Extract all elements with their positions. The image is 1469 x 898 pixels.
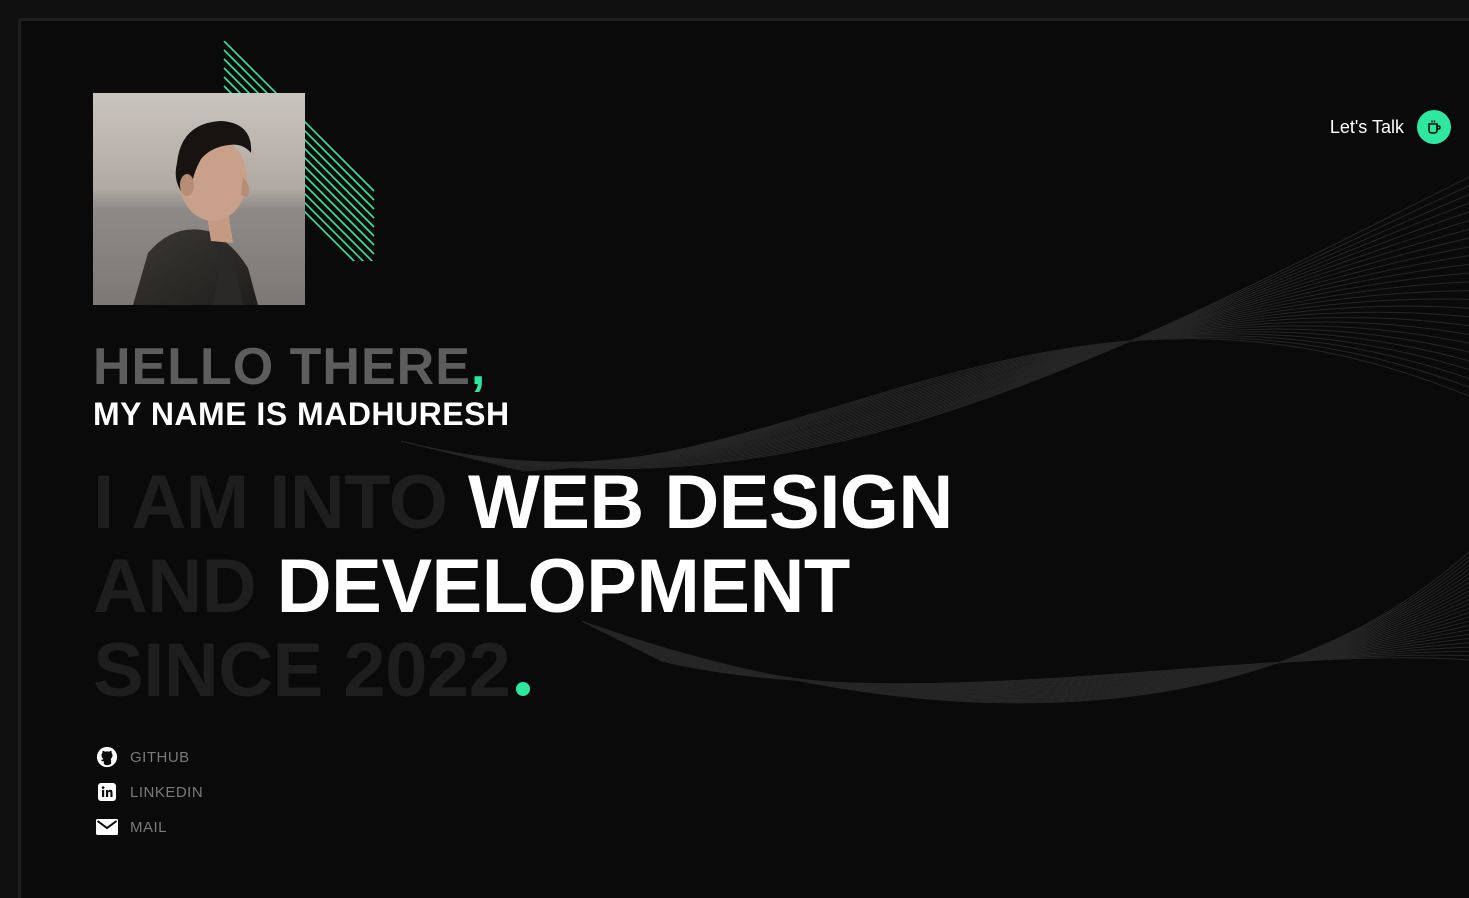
headline: I AM INTO WEB DESIGN AND DEVELOPMENT SIN… — [93, 461, 953, 713]
lets-talk-button[interactable]: Let's Talk — [1330, 110, 1451, 144]
greeting-heading: HELLO THERE, — [93, 339, 486, 395]
lets-talk-label: Let's Talk — [1329, 116, 1404, 137]
linkedin-icon — [95, 780, 119, 804]
headline-line-1: I AM INTO WEB DESIGN — [93, 461, 953, 545]
social-links: GITHUB LINKEDIN MAIL — [95, 745, 203, 839]
profile-photo — [93, 93, 305, 305]
headline-dim-3: SINCE 2022 — [93, 628, 511, 713]
headline-line-2: AND DEVELOPMENT — [93, 545, 953, 629]
page-frame: Let's Talk HELLO THERE, MY NAME IS MADHU… — [18, 18, 1469, 898]
coffee-cup-icon[interactable] — [1417, 110, 1451, 144]
name-heading: MY NAME IS MADHURESH — [93, 396, 510, 432]
headline-bright-1: WEB DESIGN — [468, 460, 953, 545]
headline-dim-2: AND — [93, 544, 277, 629]
headline-bright-2: DEVELOPMENT — [276, 544, 851, 629]
greeting-text: HELLO THERE — [93, 338, 471, 396]
social-label-mail: MAIL — [130, 818, 168, 836]
social-label-linkedin: LINKEDIN — [130, 783, 204, 801]
social-label-github: GITHUB — [130, 748, 190, 766]
accent-dot — [516, 682, 531, 696]
headline-dim-1: I AM INTO — [93, 460, 468, 545]
social-link-linkedin[interactable]: LINKEDIN — [95, 780, 203, 804]
headline-line-3: SINCE 2022 — [93, 629, 953, 713]
github-icon — [95, 745, 119, 769]
social-link-github[interactable]: GITHUB — [95, 745, 203, 769]
social-link-mail[interactable]: MAIL — [95, 815, 203, 839]
greeting-comma: , — [470, 338, 487, 396]
mail-icon — [95, 815, 119, 839]
